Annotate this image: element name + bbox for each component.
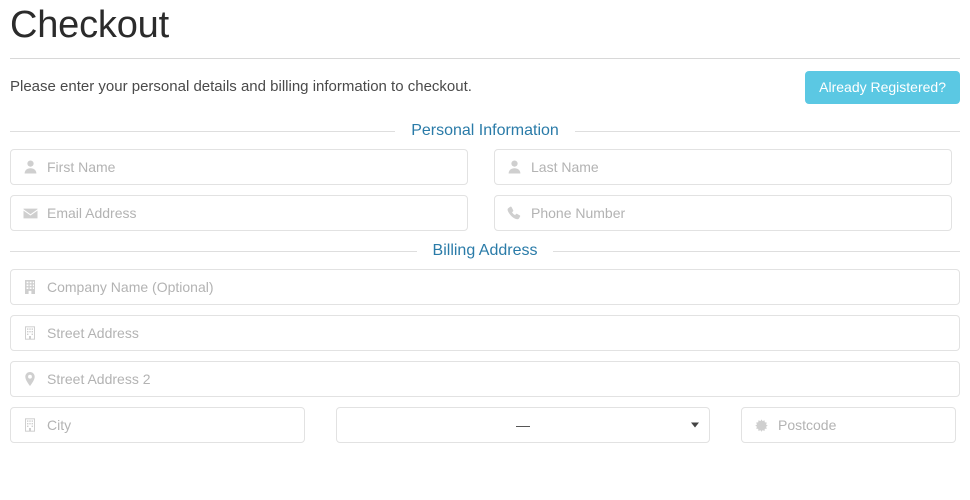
row-spacer [710, 407, 741, 443]
row-spacer [305, 407, 336, 443]
section-label: Billing Address [432, 242, 538, 259]
personal-row-1 [10, 149, 960, 185]
user-icon [505, 159, 523, 175]
section-rule-left [10, 130, 396, 132]
city-input[interactable] [47, 408, 294, 442]
field-street-address[interactable] [10, 315, 960, 351]
envelope-icon [21, 205, 39, 221]
section-header-personal-information: Personal Information [10, 122, 961, 139]
building-outline-icon [21, 325, 39, 341]
building-icon [21, 279, 39, 295]
section-rule-left [10, 250, 417, 252]
email-address-input[interactable] [47, 196, 457, 230]
field-first-name[interactable] [10, 149, 468, 185]
asterisk-burst-icon [752, 417, 770, 433]
street-address-input[interactable] [47, 316, 949, 350]
street-address-2-input[interactable] [47, 362, 949, 396]
field-postcode[interactable] [741, 407, 956, 443]
region-select[interactable]: — [336, 407, 710, 443]
section-header-billing-address: Billing Address [10, 242, 961, 259]
phone-number-input[interactable] [531, 196, 941, 230]
personal-row-2 [10, 195, 960, 231]
field-city[interactable] [10, 407, 305, 443]
billing-row-street2 [10, 361, 960, 397]
first-name-input[interactable] [47, 150, 457, 184]
postcode-input[interactable] [778, 408, 955, 442]
field-last-name[interactable] [494, 149, 952, 185]
company-name-input[interactable] [47, 270, 949, 304]
section-label: Personal Information [411, 122, 559, 139]
billing-row-street [10, 315, 960, 351]
section-rule-right [574, 130, 961, 132]
last-name-input[interactable] [531, 150, 941, 184]
billing-row-city-region-postcode: — [10, 407, 960, 443]
already-registered-button[interactable]: Already Registered? [805, 70, 960, 104]
intro-row: Please enter your personal details and b… [10, 59, 960, 111]
field-email-address[interactable] [10, 195, 468, 231]
region-select-value: — [516, 417, 530, 433]
field-street-address-2[interactable] [10, 361, 960, 397]
building-outline-icon [21, 417, 39, 433]
page-title: Checkout [10, 4, 169, 46]
phone-icon [505, 205, 523, 221]
chevron-down-icon [691, 422, 699, 428]
checkout-page: Checkout Please enter your personal deta… [0, 0, 970, 500]
map-marker-icon [21, 371, 39, 387]
section-rule-right [553, 250, 961, 252]
billing-row-company [10, 269, 960, 305]
user-icon [21, 159, 39, 175]
field-company-name[interactable] [10, 269, 960, 305]
field-phone-number[interactable] [494, 195, 952, 231]
intro-text: Please enter your personal details and b… [10, 78, 472, 96]
